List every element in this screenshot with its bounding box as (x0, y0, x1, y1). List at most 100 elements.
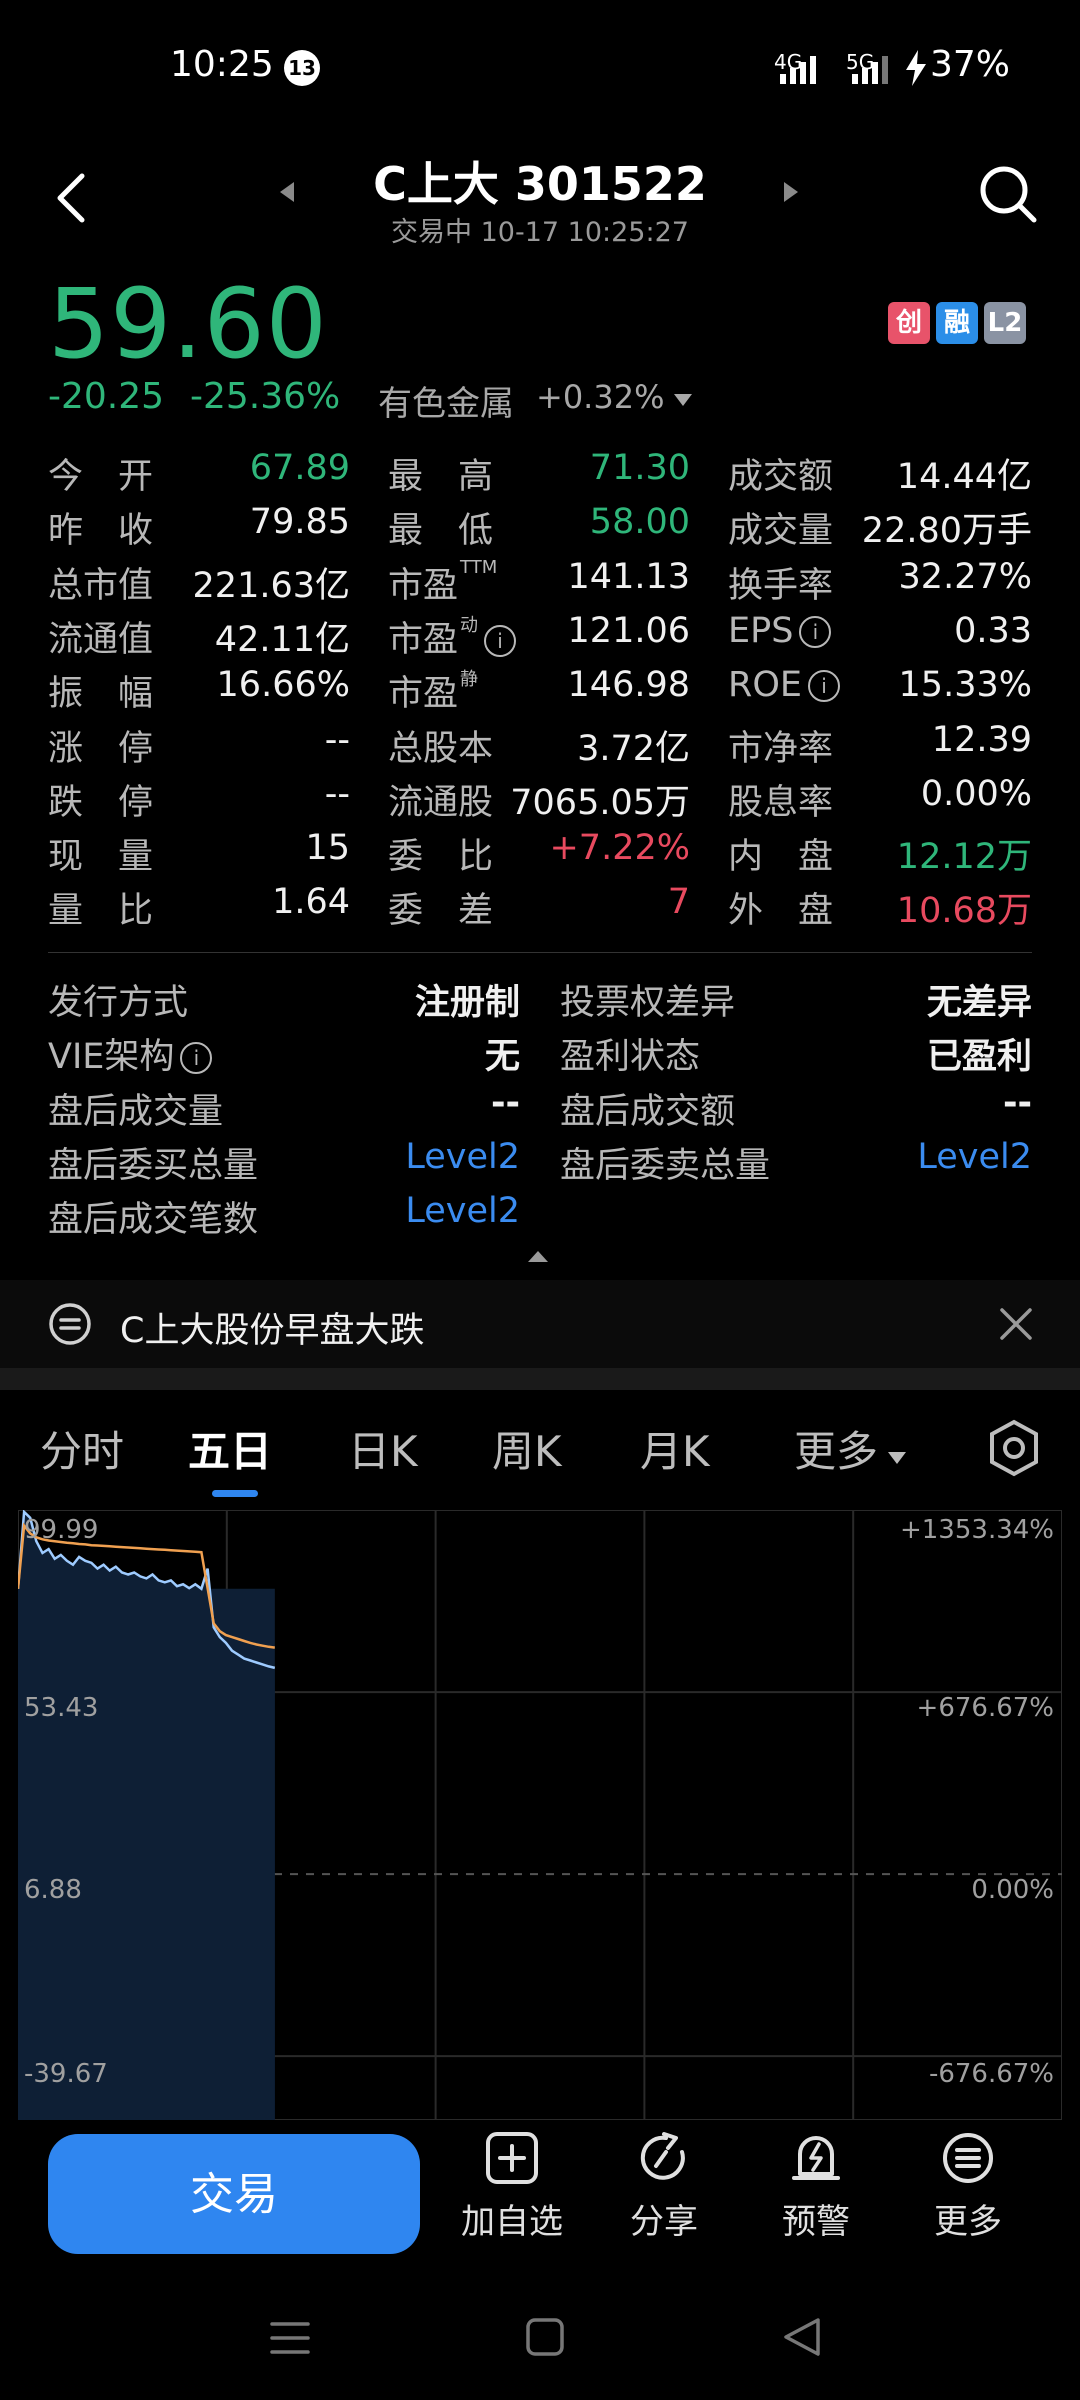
quote-field-label: EPS i (728, 611, 832, 651)
quote-field-label: 委 差 (388, 891, 494, 932)
info-row: 盘后委买总量 Level2 盘后委卖总量 Level2 (0, 1137, 1080, 1191)
quote-field-label: 现 量 (48, 837, 154, 878)
quote-field-label: ROE i (728, 665, 840, 705)
back-nav-icon[interactable] (780, 2314, 824, 2360)
quote-field-label: 最 低 (388, 511, 494, 552)
more-button[interactable]: 更多 (908, 2130, 1028, 2243)
menu-icon (943, 2133, 993, 2183)
quote-field-label: 最 高 (388, 457, 494, 497)
y-axis-right-label: -676.67% (929, 2059, 1054, 2089)
y-axis-left-label: 53.43 (24, 1693, 98, 1723)
quote-row: 今 开 67.89 最 高 71.30 成交额 14.44亿 (0, 448, 1080, 502)
tab-intraday[interactable]: 分时 (40, 1418, 124, 1479)
info-field-label: 盈利状态 (560, 1037, 701, 1078)
y-axis-right-label: +1353.34% (900, 1515, 1054, 1545)
quote-field-label: 市盈 动i (388, 611, 517, 662)
quote-field-value: 7065.05万 (510, 782, 690, 823)
quote-field-value: 15.33% (898, 665, 1032, 706)
quote-field-label: 成交额 (728, 457, 834, 497)
signal-1-icon (780, 52, 816, 84)
info-icon[interactable]: i (180, 1042, 213, 1075)
tab-more[interactable]: 更多 (794, 1418, 908, 1479)
quote-row: 流通值 42.11亿 市盈 动i 121.06 EPS i 0.33 (0, 611, 1080, 665)
info-icon[interactable]: i (484, 624, 517, 657)
quote-field-label: 流通值 (48, 619, 154, 660)
quote-field-value: 0.33 (954, 610, 1032, 651)
quote-row: 昨 收 79.85 最 低 58.00 成交量 22.80万手 (0, 502, 1080, 556)
divider (48, 952, 1032, 953)
info-field-value: 无 (484, 1037, 520, 1078)
quote-row: 涨 停 -- 总股本 3.72亿 市净率 12.39 (0, 720, 1080, 774)
current-price: 59.60 (48, 268, 328, 380)
home-icon[interactable] (524, 2316, 566, 2358)
info-field-value[interactable]: Level2 (405, 1191, 520, 1231)
sector-name[interactable]: 有色金属 (378, 376, 514, 425)
alert-button[interactable]: 预警 (756, 2130, 876, 2243)
trade-button[interactable]: 交易 (48, 2134, 420, 2254)
info-field-value: 已盈利 (926, 1037, 1032, 1078)
news-banner[interactable]: C上大股份早盘大跌 (0, 1280, 1080, 1368)
quote-field-label: 市盈静 (388, 669, 479, 715)
quote-field-label: 市净率 (728, 728, 834, 769)
info-field-value[interactable]: Level2 (405, 1137, 520, 1177)
quote-field-value: 15 (305, 828, 350, 869)
info-field-value: 注册制 (414, 983, 520, 1023)
quote-field-value: 12.12万 (896, 837, 1032, 878)
info-icon[interactable]: i (807, 670, 840, 703)
info-field-label: 盘后委卖总量 (560, 1145, 771, 1186)
sector-change[interactable]: +0.32% (536, 378, 694, 416)
add-icon (486, 2132, 538, 2184)
next-stock-icon[interactable] (782, 180, 800, 204)
quote-field-label: 换手率 (728, 565, 834, 606)
info-field-value[interactable]: Level2 (917, 1137, 1032, 1177)
share-button[interactable]: 分享 (604, 2130, 724, 2243)
tab-monthly-k[interactable]: 月K (640, 1418, 710, 1479)
close-icon[interactable] (998, 1306, 1034, 1342)
quote-field-value: 12.39 (931, 719, 1032, 760)
signal-2-icon (852, 52, 888, 84)
info-icon[interactable]: i (799, 615, 832, 648)
quote-field-value: 10.68万 (896, 891, 1032, 932)
add-watchlist-button[interactable]: 加自选 (452, 2130, 572, 2243)
collapse-icon[interactable] (526, 1248, 550, 1264)
tab-five-day[interactable]: 五日 (188, 1418, 272, 1479)
quote-row: 现 量 15 委 比 +7.22% 内 盘 12.12万 (0, 828, 1080, 882)
quote-field-label: 成交量 (728, 511, 834, 552)
quote-field-value: 42.11亿 (214, 619, 350, 660)
tab-daily-k[interactable]: 日K (348, 1418, 418, 1479)
quote-field-value: 121.06 (567, 610, 690, 651)
quote-field-value: 141.13 (567, 556, 690, 597)
five-day-chart[interactable]: 99.99 53.43 6.88 -39.67 +1353.34% +676.67% 0.0… (18, 1510, 1062, 2120)
info-field-label: 盘后成交量 (48, 1091, 224, 1132)
quote-field-value: 71.30 (589, 448, 690, 488)
quote-field-value: 0.00% (920, 773, 1032, 814)
info-field-value: -- (1002, 1082, 1032, 1123)
chevron-down-icon (888, 1452, 907, 1464)
quote-field-value: 32.27% (898, 556, 1032, 597)
badge-2: L2 (984, 302, 1026, 344)
quote-field-label: 振 幅 (48, 674, 154, 715)
quote-field-label: 量 比 (48, 891, 154, 932)
y-axis-right-label: 0.00% (971, 1875, 1054, 1905)
quote-field-label: 总市值 (48, 565, 154, 606)
price-change: -20.25 (48, 376, 165, 417)
quote-field-label: 股息率 (728, 782, 834, 823)
info-field-value: -- (490, 1082, 520, 1123)
quote-field-label: 委 比 (388, 837, 494, 878)
quote-field-value: 79.85 (249, 502, 350, 543)
quote-field-value: 1.64 (272, 882, 350, 923)
info-field-label: 盘后成交额 (560, 1091, 736, 1132)
search-icon[interactable] (978, 164, 1038, 224)
news-text: C上大股份早盘大跌 (120, 1311, 425, 1351)
settings-icon[interactable] (986, 1418, 1042, 1478)
info-row: 盘后成交量 -- 盘后成交额 -- (0, 1083, 1080, 1137)
tab-weekly-k[interactable]: 周K (492, 1418, 562, 1479)
section-gap (0, 1368, 1080, 1390)
recent-apps-icon[interactable] (268, 2318, 312, 2358)
quote-field-value: -- (324, 719, 350, 760)
y-axis-left-label: -39.67 (24, 2059, 108, 2089)
quote-field-label: 流通股 (388, 782, 494, 823)
charging-icon (906, 50, 926, 86)
info-field-value: 无差异 (926, 983, 1032, 1023)
system-nav-bar (0, 2290, 1080, 2400)
